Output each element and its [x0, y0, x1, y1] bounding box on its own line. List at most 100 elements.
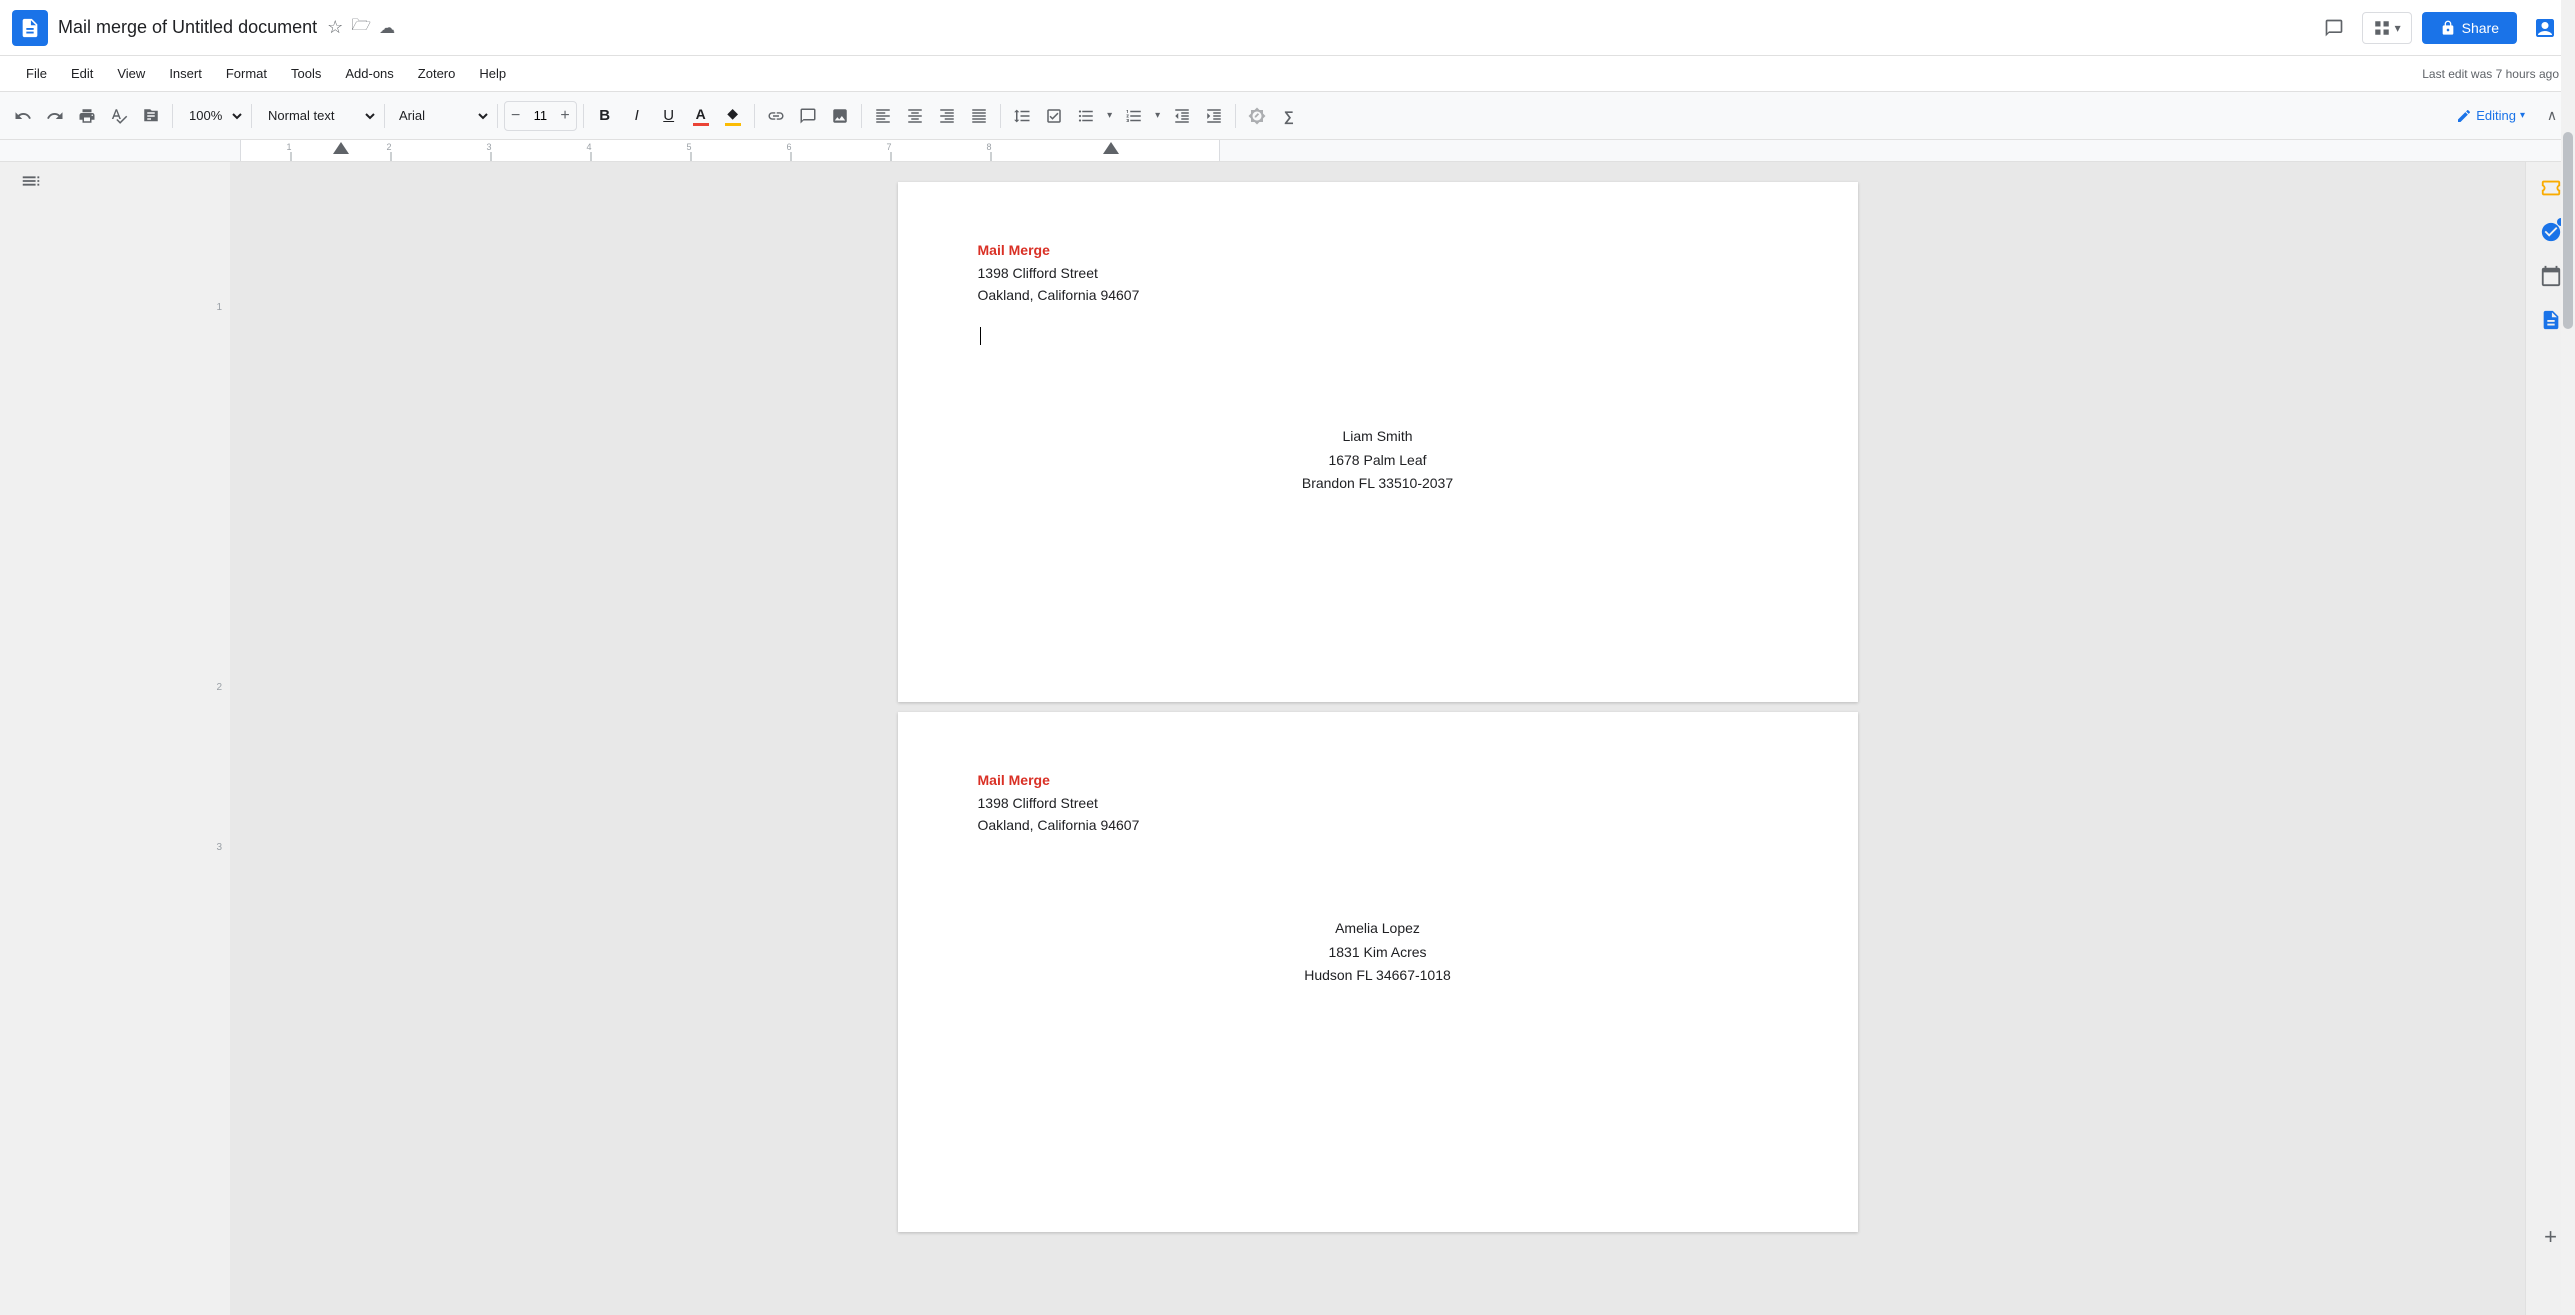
editing-mode-button[interactable]: Editing ▾: [2448, 104, 2533, 128]
menu-addons[interactable]: Add-ons: [335, 62, 403, 85]
page2-recipient-address-1: 1831 Kim Acres: [978, 941, 1778, 965]
bold-button[interactable]: B: [590, 101, 620, 131]
toolbar-separator-1: [172, 104, 173, 128]
svg-text:6: 6: [786, 142, 791, 152]
ruler: 1 2 3 4 5 6 7 8: [0, 140, 2575, 162]
bullets-dropdown[interactable]: ▾: [1103, 101, 1117, 131]
scrollbar-track[interactable]: [2561, 0, 2575, 1315]
numbered-list-button[interactable]: [1119, 101, 1149, 131]
spellcheck-button[interactable]: [104, 101, 134, 131]
page1-recipient-address-1: 1678 Palm Leaf: [978, 449, 1778, 473]
page1-recipient-address-2: Brandon FL 33510-2037: [978, 472, 1778, 496]
align-justify-button[interactable]: [964, 101, 994, 131]
header-right: ▾ Share: [2316, 10, 2563, 46]
underline-button[interactable]: U: [654, 101, 684, 131]
highlight-button[interactable]: ◆: [718, 101, 748, 131]
page-1: Mail Merge 1398 Clifford Street Oakland,…: [898, 182, 1858, 702]
highlight-bar: [725, 123, 741, 126]
share-label: Share: [2462, 20, 2499, 36]
comment-button[interactable]: [2316, 10, 2352, 46]
svg-text:2: 2: [386, 142, 391, 152]
page-num-3: 3: [216, 842, 222, 853]
toolbar-separator-9: [1235, 104, 1236, 128]
italic-button[interactable]: I: [622, 101, 652, 131]
toolbar-separator-7: [861, 104, 862, 128]
menu-format[interactable]: Format: [216, 62, 277, 85]
toolbar-separator-5: [583, 104, 584, 128]
bullets-button[interactable]: [1071, 101, 1101, 131]
svg-text:3: 3: [486, 142, 491, 152]
page-2: Mail Merge 1398 Clifford Street Oakland,…: [898, 712, 1858, 1232]
main-layout: 1 2 3 Mail Merge 1398 Clifford Street Oa…: [0, 162, 2575, 1315]
share-button[interactable]: Share: [2422, 12, 2517, 44]
menu-tools[interactable]: Tools: [281, 62, 331, 85]
align-center-button[interactable]: [900, 101, 930, 131]
toolbar-separator-3: [384, 104, 385, 128]
page1-sender-address-1: 1398 Clifford Street: [978, 262, 1778, 284]
font-size-group: − +: [504, 101, 577, 131]
page2-recipient-block: Amelia Lopez 1831 Kim Acres Hudson FL 34…: [978, 917, 1778, 988]
page2-sender-address-2: Oakland, California 94607: [978, 814, 1778, 836]
toolbar-separator-4: [497, 104, 498, 128]
folder-icon[interactable]: 🗁: [351, 14, 371, 41]
insert-comment-button[interactable]: [793, 101, 823, 131]
menu-insert[interactable]: Insert: [159, 62, 212, 85]
page2-sender-address-1: 1398 Clifford Street: [978, 792, 1778, 814]
page2-recipient-name: Amelia Lopez: [978, 917, 1778, 941]
font-size-input[interactable]: [524, 108, 556, 123]
doc-title: Mail merge of Untitled document: [58, 17, 317, 38]
last-edit-label: Last edit was 7 hours ago: [2422, 67, 2559, 81]
indent-decrease-button[interactable]: [1167, 101, 1197, 131]
text-cursor: [980, 327, 981, 345]
font-name-select[interactable]: Arial Times New Roman Courier New Georgi…: [391, 101, 491, 131]
align-right-button[interactable]: [932, 101, 962, 131]
toolbar-separator-2: [251, 104, 252, 128]
paragraph-style-select[interactable]: Normal text Heading 1 Heading 2 Title: [258, 101, 378, 131]
page1-sender-name: Mail Merge: [978, 242, 1778, 258]
toolbar-separator-8: [1000, 104, 1001, 128]
right-sidebar: +: [2525, 162, 2575, 1315]
menu-help[interactable]: Help: [469, 62, 516, 85]
svg-text:5: 5: [686, 142, 691, 152]
link-button[interactable]: [761, 101, 791, 131]
page-num-1: 1: [216, 302, 222, 313]
insert-image-button[interactable]: [825, 101, 855, 131]
zoom-select[interactable]: 100% 75% 125% 150%: [179, 101, 245, 131]
checklist-button[interactable]: [1039, 101, 1069, 131]
page1-sender-address-2: Oakland, California 94607: [978, 284, 1778, 306]
version-dropdown-arrow: ▾: [2395, 21, 2401, 35]
app-logo: [12, 10, 48, 46]
svg-text:4: 4: [586, 142, 591, 152]
page-num-2: 2: [216, 682, 222, 693]
indent-increase-button[interactable]: [1199, 101, 1229, 131]
page2-sender-name: Mail Merge: [978, 772, 1778, 788]
document-area[interactable]: Mail Merge 1398 Clifford Street Oakland,…: [230, 162, 2525, 1315]
redo-button[interactable]: [40, 101, 70, 131]
increase-font-button[interactable]: +: [558, 107, 571, 125]
multiuser-button[interactable]: [2527, 10, 2563, 46]
left-panel: 1 2 3: [0, 162, 230, 1315]
menu-zotero[interactable]: Zotero: [408, 62, 466, 85]
ruler-content: 1 2 3 4 5 6 7 8: [240, 140, 1220, 162]
copy-format-button[interactable]: [136, 101, 166, 131]
numbered-dropdown[interactable]: ▾: [1151, 101, 1165, 131]
scrollbar-thumb[interactable]: [2563, 132, 2573, 329]
version-history-button[interactable]: ▾: [2362, 12, 2412, 44]
cloud-icon[interactable]: ☁: [379, 18, 395, 38]
menu-file[interactable]: File: [16, 62, 57, 85]
text-color-button[interactable]: A: [686, 101, 716, 131]
undo-button[interactable]: [8, 101, 38, 131]
menu-view[interactable]: View: [107, 62, 155, 85]
clear-format-button[interactable]: [1242, 101, 1272, 131]
toolbar-separator-6: [754, 104, 755, 128]
print-button[interactable]: [72, 101, 102, 131]
page1-recipient-block: Liam Smith 1678 Palm Leaf Brandon FL 335…: [978, 425, 1778, 496]
toolbar: 100% 75% 125% 150% Normal text Heading 1…: [0, 92, 2575, 140]
equation-button[interactable]: ∑: [1274, 101, 1304, 131]
align-left-button[interactable]: [868, 101, 898, 131]
outline-icon[interactable]: [20, 170, 42, 198]
star-icon[interactable]: ☆: [327, 17, 343, 38]
decrease-font-button[interactable]: −: [509, 107, 522, 125]
line-spacing-button[interactable]: [1007, 101, 1037, 131]
menu-edit[interactable]: Edit: [61, 62, 103, 85]
